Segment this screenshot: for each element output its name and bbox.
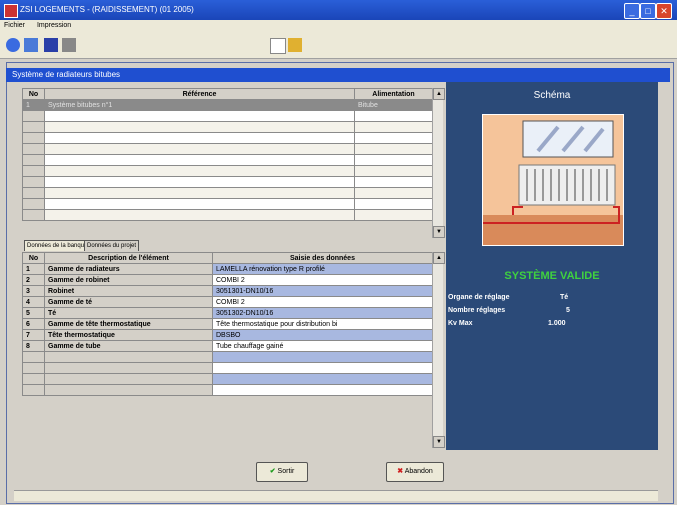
menu-fichier[interactable]: Fichier [4,22,25,29]
cancel-button[interactable]: ✖ Abandon [386,462,444,482]
reference-grid: No Référence Alimentation 1 Système bitu… [22,88,433,221]
check-icon: ✔ [269,468,276,475]
table-row[interactable] [22,176,433,188]
tab-donnees-projet[interactable]: Données du projet [84,240,140,251]
table-row[interactable] [22,198,433,210]
col-no[interactable]: No [22,252,45,264]
elements-grid: No Description de l'élément Saisie des d… [22,252,433,396]
table-row[interactable] [22,362,433,374]
ok-button[interactable]: ✔ Sortir [256,462,308,482]
info-label: Nombre réglages [448,307,506,314]
maximize-button[interactable]: □ [640,3,656,19]
table-row[interactable] [22,209,433,221]
scroll-up-icon[interactable]: ▲ [433,88,445,100]
table-row[interactable] [22,154,433,166]
close-button[interactable]: ✕ [656,3,672,19]
table-row[interactable] [22,165,433,177]
validation-status: SYSTÈME VALIDE [504,270,600,282]
database-icon[interactable] [24,38,38,52]
table-row[interactable]: 2 Gamme de robinet COMBI 2 [22,274,433,286]
minimize-button[interactable]: _ [624,3,640,19]
table-row[interactable] [22,143,433,155]
table-row[interactable] [22,132,433,144]
scroll-down-icon[interactable]: ▼ [433,436,445,448]
table-row[interactable]: 3 Robinet 3051301-DN10/16 [22,285,433,297]
scroll-up-icon[interactable]: ▲ [433,252,445,264]
radiator-illustration [483,115,623,245]
title-bar: ZSI LOGEMENTS - (RAIDISSEMENT) (01 2005)… [0,0,677,20]
panel-title: Système de radiateurs bitubes [6,68,670,82]
info-value: Té [560,294,569,301]
paste-icon[interactable] [288,38,302,52]
reference-scrollbar[interactable]: ▲ ▼ [432,88,445,238]
info-label: Kv Max [448,320,473,327]
save-icon[interactable] [44,38,58,52]
col-alimentation[interactable]: Alimentation [354,88,433,100]
col-reference[interactable]: Référence [44,88,355,100]
menu-impression[interactable]: Impression [37,22,71,29]
table-row[interactable] [22,384,433,396]
table-row[interactable]: 6 Gamme de tête thermostatique Tête thermo… [22,318,433,330]
table-row[interactable]: 1 Système bitubes n°1 Bitube [22,99,433,111]
toolbar [0,32,677,59]
col-no[interactable]: No [22,88,45,100]
help-icon[interactable] [6,38,20,52]
table-row[interactable] [22,187,433,199]
table-row[interactable] [22,373,433,385]
tab-donnees-banque[interactable]: Données de la banque [24,240,91,251]
table-row[interactable]: 4 Gamme de té COMBI 2 [22,296,433,308]
menu-bar: Fichier Impression [0,20,677,32]
scroll-down-icon[interactable]: ▼ [433,226,445,238]
info-label: Organe de réglage [448,294,510,301]
schema-title: Schéma [533,90,571,101]
app-icon [4,4,18,18]
elements-scrollbar[interactable]: ▲ ▼ [432,252,445,448]
table-row[interactable]: 8 Gamme de tube Tube chauffage gainé [22,340,433,352]
table-row[interactable]: 7 Tête thermostatique DBSBO [22,329,433,341]
table-row[interactable]: 1 Gamme de radiateurs LAMELLA rénovation t… [22,263,433,275]
table-row[interactable]: 5 Té 3051302-DN10/16 [22,307,433,319]
status-bar [14,490,658,501]
col-saisie[interactable]: Saisie des données [212,252,433,264]
copy-icon[interactable] [270,38,286,54]
window-title: ZSI LOGEMENTS - (RAIDISSEMENT) (01 2005) [20,5,194,14]
ok-button-label: Sortir [277,468,295,475]
cross-icon: ✖ [397,468,404,475]
table-row[interactable] [22,121,433,133]
table-row[interactable] [22,110,433,122]
info-value: 1.000 [548,320,566,327]
print-icon[interactable] [62,38,76,52]
radiator-schema-image [482,114,624,246]
cancel-button-label: Abandon [404,468,433,475]
col-description[interactable]: Description de l'élément [44,252,213,264]
info-value: 5 [566,307,570,314]
table-row[interactable] [22,351,433,363]
